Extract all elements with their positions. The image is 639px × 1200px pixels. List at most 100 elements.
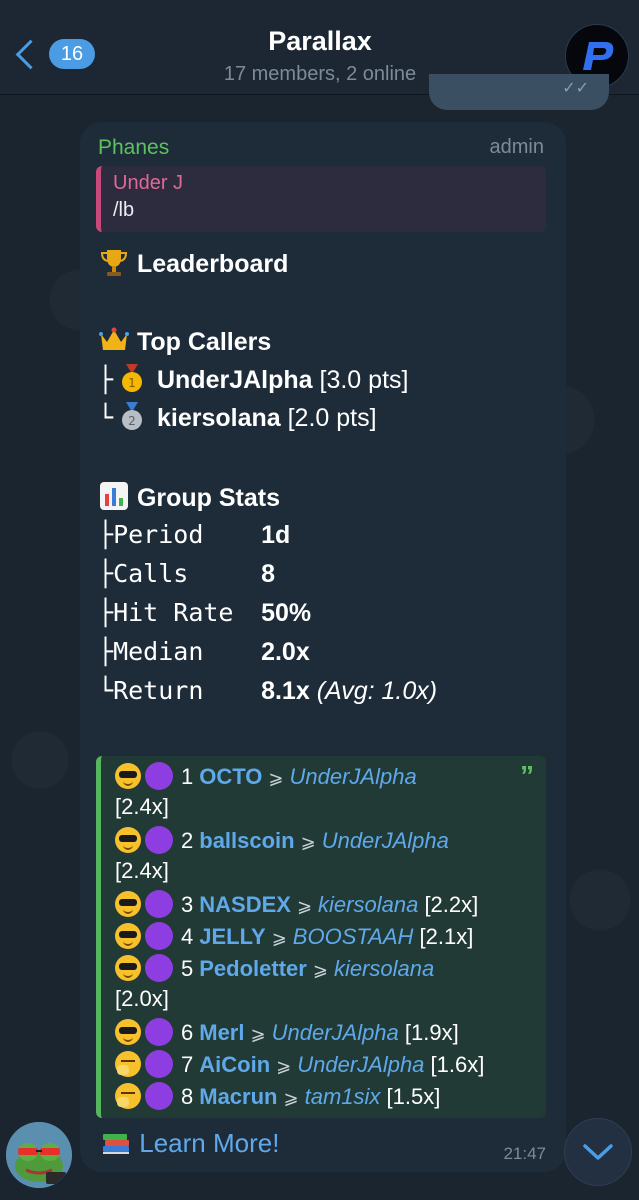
leaderboard-heading: Leaderboard <box>98 246 288 279</box>
call-entry: 6 Merl ⩾ UnderJAlpha [1.9x] <box>115 1018 459 1046</box>
sunglasses-face-icon <box>115 891 141 917</box>
call-token[interactable]: AiCoin <box>199 1052 270 1077</box>
tree-prefix: └ <box>98 676 114 705</box>
call-caller[interactable]: tam1six <box>305 1084 381 1109</box>
chat-title: Parallax <box>268 26 372 56</box>
message-time: 21:47 <box>503 1144 546 1163</box>
call-token[interactable]: OCTO <box>199 764 262 789</box>
purple-circle-icon <box>145 1018 173 1046</box>
caller-points: [2.0 pts] <box>287 404 377 432</box>
arrow-icon: ⩾ <box>283 1088 299 1108</box>
scroll-to-bottom-button[interactable] <box>564 1118 632 1186</box>
stat-row: ├Median 2.0x <box>98 637 310 667</box>
call-caller[interactable]: BOOSTAAH <box>293 924 414 949</box>
call-multiplier: [1.9x] <box>404 1020 459 1045</box>
reply-preview[interactable]: Under J /lb <box>96 166 546 232</box>
sender-role: admin <box>489 136 544 158</box>
gold-medal-icon: 1 <box>122 364 143 392</box>
purple-circle-icon <box>145 890 173 918</box>
stat-extra: (Avg: 1.0x) <box>316 677 438 705</box>
chevron-down-icon <box>583 1144 613 1160</box>
chevron-left-icon <box>15 39 46 69</box>
call-token[interactable]: JELLY <box>199 924 265 949</box>
group-stats-heading: Group Stats <box>98 480 280 513</box>
call-rank: 2 <box>181 828 194 853</box>
call-caller[interactable]: UnderJAlpha <box>322 828 449 853</box>
call-token[interactable]: Macrun <box>199 1084 277 1109</box>
frog-avatar-icon <box>6 1122 72 1188</box>
call-rank: 1 <box>181 764 194 789</box>
purple-circle-icon <box>145 762 173 790</box>
quote-icon: ” <box>520 760 534 791</box>
call-caller[interactable]: kiersolana <box>318 892 418 917</box>
tree-prefix: ├ <box>98 559 114 588</box>
arrow-icon: ⩾ <box>312 960 328 980</box>
call-multiplier: [2.1x] <box>419 924 474 949</box>
call-entry: 7 AiCoin ⩾ UnderJAlpha [1.6x] <box>115 1050 484 1078</box>
stat-label: Return <box>113 676 204 705</box>
caller-row: ├ 1 UnderJAlpha [3.0 pts] <box>98 364 408 395</box>
back-button[interactable]: 16 <box>14 36 95 72</box>
sender-name[interactable]: Phanes <box>98 136 169 160</box>
call-entry: 2 ballscoin ⩾ UnderJAlpha <box>115 826 449 854</box>
stat-value: 8.1x <box>261 677 310 705</box>
stat-row: ├Calls 8 <box>98 559 275 589</box>
sunglasses-face-icon <box>115 955 141 981</box>
leaderboard-title: Leaderboard <box>136 250 289 278</box>
call-token[interactable]: Pedoletter <box>199 956 307 981</box>
reply-author: Under J <box>113 172 184 194</box>
sunglasses-face-icon <box>115 827 141 853</box>
stat-row: └Return 8.1x (Avg: 1.0x) <box>98 676 437 706</box>
call-caller[interactable]: UnderJAlpha <box>290 764 417 789</box>
call-multiplier: [1.6x] <box>430 1052 485 1077</box>
message-bubble[interactable]: Phanes admin Under J /lb Leaderboard Top… <box>80 122 566 1172</box>
calls-quote-block[interactable]: ” 1 OCTO ⩾ UnderJAlpha [2.4x] 2 ballscoin ⩾ Un… <box>96 756 546 1118</box>
tree-prefix: └ <box>98 403 114 432</box>
call-caller[interactable]: UnderJAlpha <box>272 1020 399 1045</box>
call-multiplier: [2.2x] <box>424 892 479 917</box>
stat-value: 2.0x <box>261 638 310 666</box>
svg-text:1: 1 <box>128 376 136 390</box>
sunglasses-face-icon <box>115 923 141 949</box>
purple-circle-icon <box>145 954 173 982</box>
arrow-icon: ⩾ <box>268 768 284 788</box>
group-stats-title: Group Stats <box>136 484 281 512</box>
caller-name: UnderJAlpha <box>156 366 313 394</box>
sunglasses-face-icon <box>115 763 141 789</box>
call-multiplier: [2.4x] <box>115 858 169 883</box>
call-rank: 4 <box>181 924 194 949</box>
stat-value: 50% <box>261 599 312 627</box>
tree-prefix: ├ <box>98 637 114 666</box>
call-token[interactable]: ballscoin <box>199 828 294 853</box>
caller-name: kiersolana <box>156 404 281 432</box>
call-rank: 3 <box>181 892 194 917</box>
call-entry: 8 Macrun ⩾ tam1six [1.5x] <box>115 1082 440 1110</box>
call-multiplier: [2.4x] <box>115 794 169 819</box>
call-multiplier: [2.0x] <box>115 986 169 1011</box>
caller-row: └ 2 kiersolana [2.0 pts] <box>98 402 377 433</box>
call-caller[interactable]: UnderJAlpha <box>297 1052 424 1077</box>
stat-row: ├Period 1d <box>98 520 290 550</box>
arrow-icon: ⩾ <box>276 1056 292 1076</box>
books-icon <box>103 1134 129 1154</box>
purple-circle-icon <box>145 1082 173 1110</box>
arrow-icon: ⩾ <box>300 832 316 852</box>
sender-avatar[interactable] <box>6 1122 72 1188</box>
arrow-icon: ⩾ <box>250 1024 266 1044</box>
previous-message-fragment: ✓✓ <box>562 80 589 97</box>
call-rank: 6 <box>181 1020 194 1045</box>
caller-points: [3.0 pts] <box>319 366 409 394</box>
stat-label: Hit Rate <box>113 598 234 627</box>
parallax-logo-icon <box>583 42 614 70</box>
learn-more-text: Learn More! <box>139 1128 280 1158</box>
svg-text:2: 2 <box>128 414 136 428</box>
call-token[interactable]: Merl <box>199 1020 244 1045</box>
silver-medal-icon: 2 <box>122 402 143 430</box>
yawning-face-icon <box>115 1051 141 1077</box>
call-multiplier: [1.5x] <box>386 1084 441 1109</box>
learn-more-link[interactable]: Learn More! <box>100 1126 279 1159</box>
sunglasses-face-icon <box>115 1019 141 1045</box>
reply-text: /lb <box>113 199 135 221</box>
call-caller[interactable]: kiersolana <box>334 956 434 981</box>
call-token[interactable]: NASDEX <box>199 892 291 917</box>
